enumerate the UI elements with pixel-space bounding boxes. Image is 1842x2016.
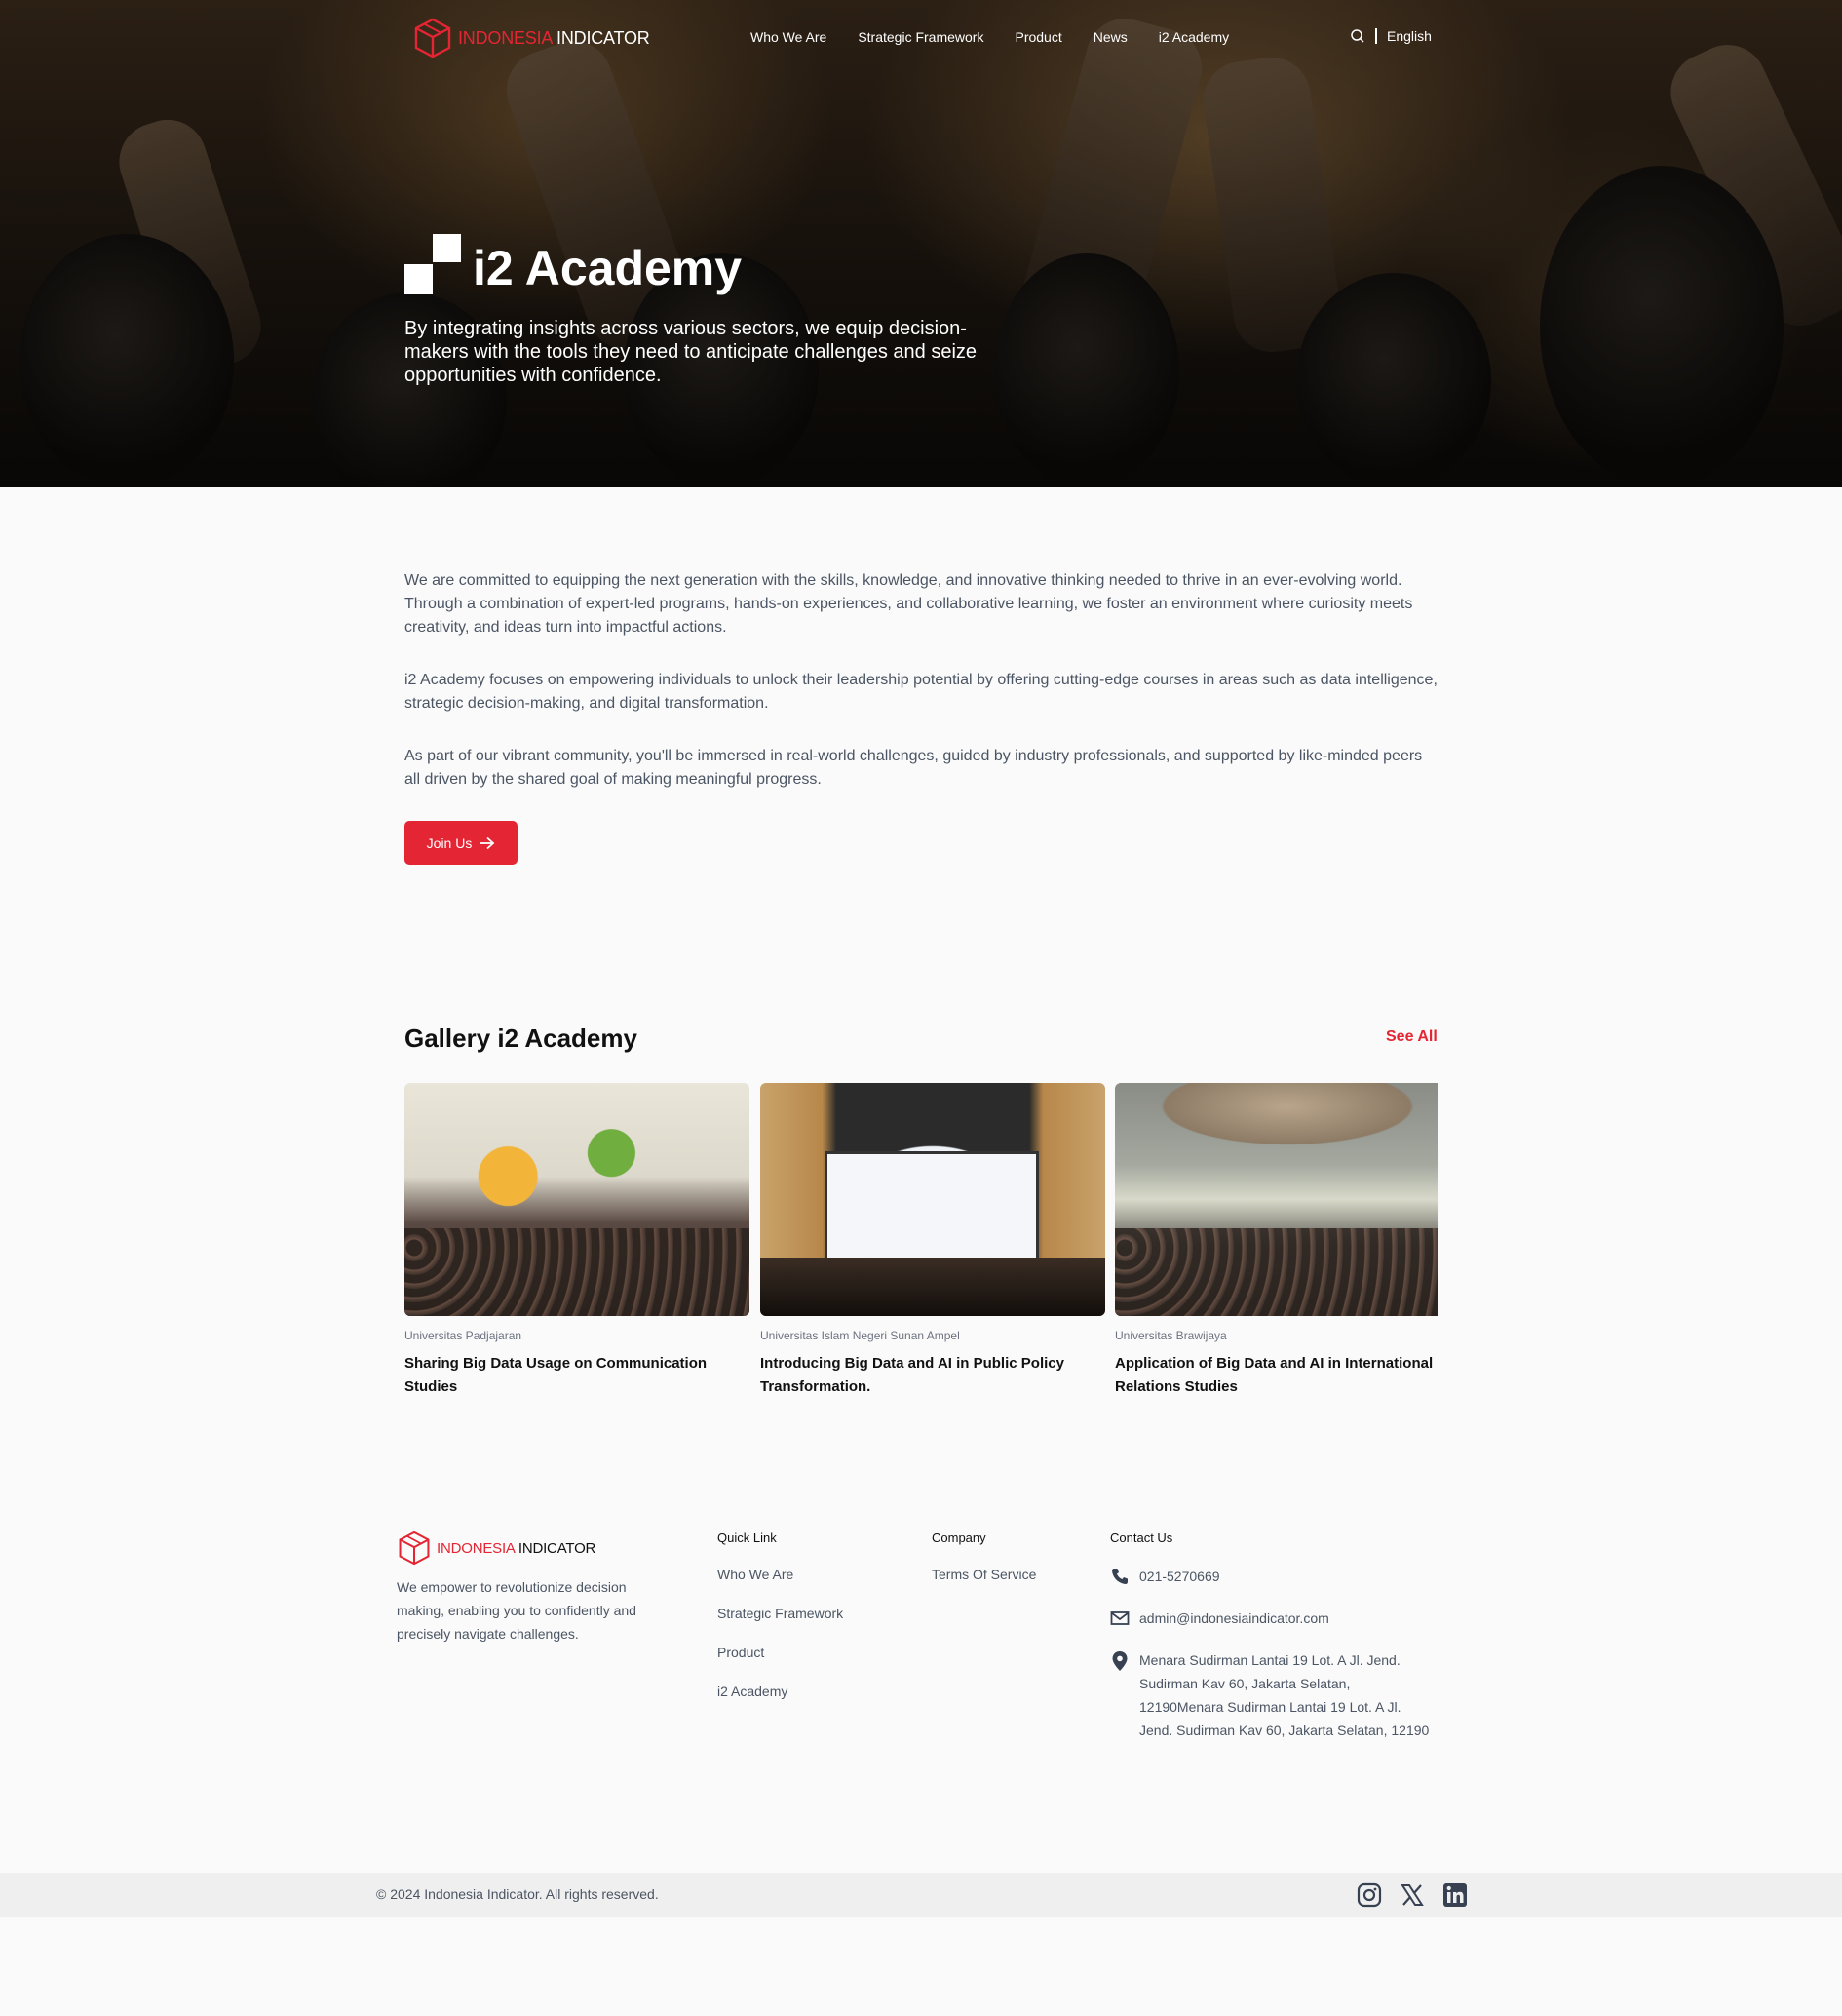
contact-email[interactable]: admin@indonesiaindicator.com [1110, 1607, 1437, 1630]
cube-logo-icon [399, 1531, 430, 1566]
x-icon[interactable] [1400, 1882, 1425, 1908]
intro-paragraph: As part of our vibrant community, you'll… [404, 748, 1423, 788]
gallery-photo [760, 1083, 1105, 1316]
copyright: © 2024 Indonesia Indicator. All rights r… [376, 1886, 659, 1902]
footer-link-strategic-framework[interactable]: Strategic Framework [717, 1604, 843, 1624]
footer-heading: Company [932, 1531, 986, 1545]
footer-logo[interactable]: INDONESIA INDICATOR [398, 1531, 595, 1566]
social-links [1357, 1882, 1468, 1908]
search-icon[interactable] [1350, 28, 1365, 44]
contact-phone[interactable]: 021-5270669 [1110, 1565, 1437, 1588]
phone-number: 021-5270669 [1139, 1569, 1220, 1584]
language-selector[interactable]: English [1387, 28, 1432, 44]
gallery-card[interactable]: Universitas Padjajaran Sharing Big Data … [404, 1083, 749, 1399]
location-pin-icon [1112, 1651, 1128, 1671]
gallery-card[interactable]: Universitas Brawijaya Application of Big… [1115, 1083, 1438, 1399]
footer-link-who-we-are[interactable]: Who We Are [717, 1565, 843, 1585]
gallery-photo [1115, 1083, 1438, 1316]
brand-name-red: INDONESIA [458, 27, 553, 48]
gallery-card-source: Universitas Islam Negeri Sunan Ampel [760, 1329, 960, 1342]
footer-company: Company Terms Of Service [932, 1531, 1036, 1604]
office-address: Menara Sudirman Lantai 19 Lot. A Jl. Jen… [1139, 1652, 1430, 1738]
email-address: admin@indonesiaindicator.com [1139, 1610, 1329, 1626]
gallery-photo [404, 1083, 749, 1316]
gallery-card-source: Universitas Padjajaran [404, 1329, 522, 1342]
contact-address: Menara Sudirman Lantai 19 Lot. A Jl. Jen… [1110, 1648, 1437, 1742]
nav-who-we-are[interactable]: Who We Are [750, 29, 826, 45]
footer-link-i2-academy[interactable]: i2 Academy [717, 1682, 843, 1702]
hero-heading: i2 Academy [404, 234, 742, 294]
nav-strategic-framework[interactable]: Strategic Framework [858, 29, 983, 45]
brand-name-dark: INDICATOR [518, 1539, 596, 1557]
nav-divider [1375, 28, 1377, 44]
brand-name-red: INDONESIA [437, 1539, 515, 1557]
see-all-link[interactable]: See All [1386, 1028, 1438, 1046]
gallery-card-title: Introducing Big Data and AI in Public Po… [760, 1355, 1064, 1395]
intro-section: We are committed to equipping the next g… [404, 569, 1438, 821]
instagram-icon[interactable] [1357, 1882, 1382, 1908]
gallery-card-title: Application of Big Data and AI in Intern… [1115, 1355, 1434, 1395]
footer-description: We empower to revolutionize decision mak… [397, 1579, 636, 1642]
gallery-title: Gallery i2 Academy [404, 1024, 637, 1053]
footer-quick-links: Quick Link Who We Are Strategic Framewor… [717, 1531, 843, 1721]
nav-utilities: English [1350, 28, 1432, 44]
nav-news[interactable]: News [1094, 29, 1128, 45]
nav-product[interactable]: Product [1015, 29, 1061, 45]
brand-logo[interactable]: INDONESIA INDICATOR [413, 18, 650, 58]
footer-heading: Quick Link [717, 1531, 777, 1545]
phone-icon [1112, 1569, 1128, 1584]
join-us-label: Join Us [426, 834, 473, 851]
footer-bottom-bar: © 2024 Indonesia Indicator. All rights r… [0, 1873, 1842, 1917]
footer-contact: Contact Us 021-5270669 admin@indonesiain… [1110, 1531, 1437, 1761]
brand-name-white: INDICATOR [556, 27, 650, 48]
i2-academy-logo-icon [404, 234, 461, 294]
gallery-card-source: Universitas Brawijaya [1115, 1329, 1227, 1342]
gallery-card-title: Sharing Big Data Usage on Communication … [404, 1355, 708, 1395]
gallery-card[interactable]: Universitas Islam Negeri Sunan Ampel Int… [760, 1083, 1105, 1399]
hero-subtitle: By integrating insights across various s… [404, 318, 978, 386]
gallery-carousel: Universitas Padjajaran Sharing Big Data … [404, 1083, 1438, 1405]
join-us-button[interactable]: Join Us [404, 821, 518, 865]
arrow-right-icon [480, 836, 495, 849]
footer-link-product[interactable]: Product [717, 1643, 843, 1663]
footer-heading: Contact Us [1110, 1531, 1173, 1545]
cube-logo-icon [414, 18, 451, 58]
linkedin-icon[interactable] [1442, 1882, 1468, 1908]
intro-paragraph: We are committed to equipping the next g… [404, 572, 1413, 636]
nav-i2-academy[interactable]: i2 Academy [1159, 29, 1229, 45]
mail-icon [1110, 1611, 1130, 1625]
page-title: i2 Academy [473, 241, 743, 295]
footer-link-terms[interactable]: Terms Of Service [932, 1565, 1036, 1585]
main-menu: Who We Are Strategic Framework Product N… [750, 29, 1229, 45]
intro-paragraph: i2 Academy focuses on empowering individ… [404, 672, 1438, 712]
top-navigation: INDONESIA INDICATOR Who We Are Strategic… [0, 0, 1842, 76]
